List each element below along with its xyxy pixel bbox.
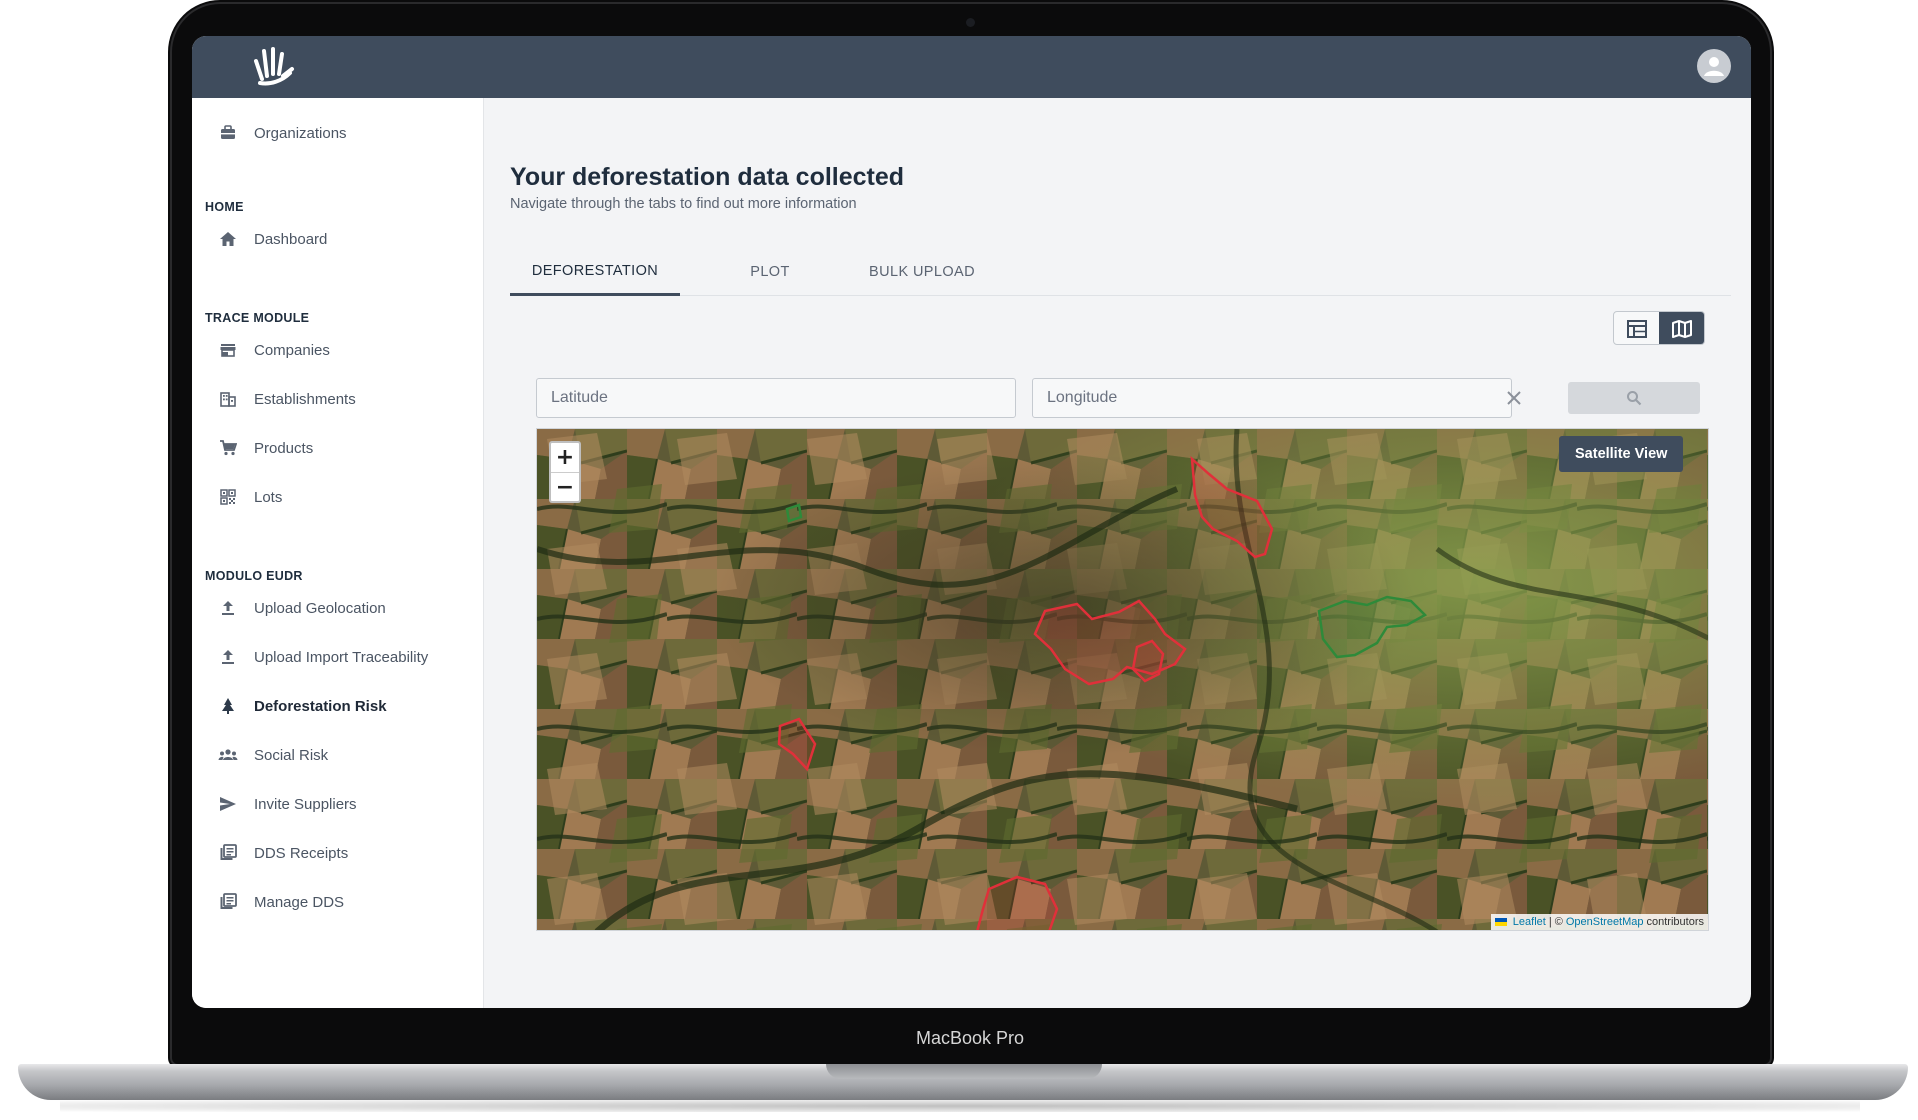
sidebar-item-label: Lots (254, 488, 283, 506)
section-title-home: HOME (205, 200, 244, 214)
openstreetmap-link[interactable]: OpenStreetMap (1566, 916, 1644, 928)
main-content: Your deforestation data collected Naviga… (484, 98, 1751, 1008)
sidebar-item-label: Products (254, 439, 314, 457)
sidebar-item-label: Deforestation Risk (254, 697, 387, 715)
sidebar-item-label: Companies (254, 341, 330, 359)
tab-bar: DEFORESTATION PLOT BULK UPLOAD (510, 248, 1731, 296)
clear-button[interactable] (1500, 384, 1528, 412)
laptop-notch (826, 1064, 1102, 1079)
briefcase-icon (218, 123, 238, 143)
upload-icon (218, 647, 238, 667)
sidebar-item-products[interactable]: Products (218, 433, 313, 463)
sidebar-item-label: Manage DDS (254, 893, 345, 911)
user-avatar[interactable] (1697, 49, 1731, 83)
satellite-map-tiles (537, 429, 1708, 930)
sidebar-item-manage-dds[interactable]: Manage DDS (218, 887, 344, 917)
sidebar-item-label: Dashboard (254, 230, 328, 248)
zoom-out-button[interactable]: − (551, 472, 579, 501)
map-attribution: Leaflet | © OpenStreetMap contributors (1490, 914, 1708, 930)
sidebar-item-label: Upload Import Traceability (254, 648, 429, 666)
sidebar-item-establishments[interactable]: Establishments (218, 384, 356, 414)
sidebar: Organizations HOME Dashboard TRACE MODUL… (192, 98, 484, 1008)
camera-dot (966, 18, 975, 27)
account-icon (1704, 57, 1724, 76)
zoom-in-button[interactable]: + (551, 443, 579, 472)
group-icon (218, 745, 238, 765)
building-icon (218, 389, 238, 409)
leaflet-link[interactable]: Leaflet (1513, 916, 1546, 928)
qr-icon (218, 487, 238, 507)
tab-plot[interactable]: PLOT (720, 248, 820, 296)
cart-icon (218, 438, 238, 458)
sidebar-item-label: Invite Suppliers (254, 795, 357, 813)
attribution-suffix: contributors (1646, 916, 1704, 928)
map-view-button[interactable] (1659, 312, 1704, 344)
tab-bulk-upload[interactable]: BULK UPLOAD (852, 248, 992, 296)
sidebar-item-social-risk[interactable]: Social Risk (218, 740, 328, 770)
sidebar-item-upload-geolocation[interactable]: Upload Geolocation (218, 593, 386, 623)
hand-logo-icon (254, 47, 294, 86)
attribution-separator: | © (1548, 916, 1563, 928)
search-button[interactable] (1568, 382, 1700, 414)
map-view[interactable]: + − Satellite View Leaflet | © OpenStree… (536, 428, 1709, 931)
home-icon (218, 229, 238, 249)
sidebar-item-upload-import-traceability[interactable]: Upload Import Traceability (218, 642, 428, 672)
library-icon (218, 892, 238, 912)
page-subtitle: Navigate through the tabs to find out mo… (510, 196, 857, 212)
longitude-input[interactable] (1032, 378, 1512, 418)
view-toggle (1613, 311, 1705, 345)
sidebar-item-deforestation-risk[interactable]: Deforestation Risk (218, 691, 387, 721)
app-logo[interactable] (250, 43, 298, 89)
sidebar-item-label: Organizations (254, 124, 347, 142)
latitude-input[interactable] (536, 378, 1016, 418)
library-icon (218, 843, 238, 863)
top-bar (192, 36, 1751, 98)
tree-icon (218, 696, 238, 716)
laptop-shadow (60, 1100, 1860, 1112)
app-screen: Organizations HOME Dashboard TRACE MODUL… (192, 36, 1751, 1008)
upload-icon (218, 598, 238, 618)
send-icon (218, 794, 238, 814)
zoom-control: + − (549, 441, 581, 503)
sidebar-item-companies[interactable]: Companies (218, 335, 330, 365)
store-icon (218, 340, 238, 360)
section-title-eudr: MODULO EUDR (205, 569, 303, 583)
sidebar-item-label: Establishments (254, 390, 356, 408)
satellite-view-button[interactable]: Satellite View (1559, 436, 1684, 472)
sidebar-item-dashboard[interactable]: Dashboard (218, 224, 327, 254)
table-view-button[interactable] (1614, 312, 1659, 344)
sidebar-item-label: Upload Geolocation (254, 599, 386, 617)
tab-deforestation[interactable]: DEFORESTATION (510, 248, 680, 296)
sidebar-item-label: DDS Receipts (254, 844, 349, 862)
sidebar-item-invite-suppliers[interactable]: Invite Suppliers (218, 789, 357, 819)
page-title: Your deforestation data collected (510, 163, 905, 191)
sidebar-item-lots[interactable]: Lots (218, 482, 282, 512)
map-icon (1671, 320, 1692, 338)
sidebar-item-organizations[interactable]: Organizations (218, 118, 347, 148)
sidebar-item-label: Social Risk (254, 746, 329, 764)
device-label: MacBook Pro (915, 1028, 1025, 1048)
search-icon (1627, 391, 1642, 406)
close-icon (1507, 391, 1521, 405)
table-icon (1626, 320, 1647, 338)
section-title-trace: TRACE MODULE (205, 311, 310, 325)
ukraine-flag-icon (1494, 918, 1507, 926)
laptop-mockup: MacBook Pro Organizations HOME Dashboard… (0, 0, 1918, 1120)
sidebar-item-dds-receipts[interactable]: DDS Receipts (218, 838, 348, 868)
